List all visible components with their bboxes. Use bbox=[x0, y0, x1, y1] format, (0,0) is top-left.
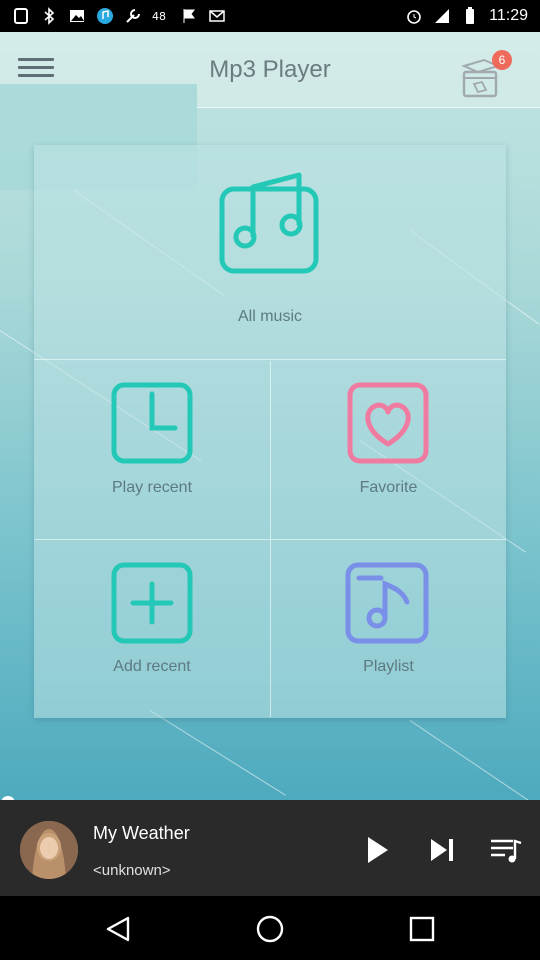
sim-icon bbox=[14, 8, 28, 24]
clock-icon bbox=[111, 382, 193, 464]
alarm-icon bbox=[407, 10, 421, 24]
music-note-icon bbox=[219, 172, 319, 274]
status-right-icons: 11:29 bbox=[405, 7, 528, 25]
favorite-label: Favorite bbox=[359, 479, 418, 496]
add-recent-label: Add recent bbox=[113, 658, 191, 675]
signal-icon bbox=[435, 9, 450, 23]
48g-icon: 48 bbox=[152, 10, 166, 23]
play-recent-tile[interactable]: Play recent bbox=[34, 361, 270, 539]
notification-badge: 6 bbox=[492, 50, 512, 70]
flag-icon bbox=[183, 9, 195, 23]
home-icon[interactable] bbox=[253, 912, 287, 946]
favorite-tile[interactable]: Favorite bbox=[270, 361, 506, 539]
status-bar: 48 11:29 bbox=[0, 0, 540, 32]
add-recent-tile[interactable]: Add recent bbox=[34, 539, 270, 717]
status-left-icons: 48 bbox=[12, 7, 226, 25]
music-icon bbox=[97, 8, 113, 24]
play-recent-label: Play recent bbox=[111, 479, 193, 496]
album-art[interactable] bbox=[20, 821, 78, 879]
skip-next-icon[interactable] bbox=[425, 833, 459, 867]
play-icon[interactable] bbox=[360, 833, 394, 867]
album-art-image bbox=[20, 821, 78, 879]
recents-icon[interactable] bbox=[405, 912, 439, 946]
all-music-tile[interactable]: All music bbox=[34, 145, 506, 360]
status-time: 11:29 bbox=[489, 7, 528, 24]
menu-card: All music Play recent Favorite Add recen… bbox=[34, 145, 506, 718]
svg-text:48: 48 bbox=[152, 10, 166, 23]
system-nav-bar bbox=[0, 896, 540, 960]
wrench-icon bbox=[126, 9, 140, 23]
add-icon bbox=[111, 562, 193, 644]
image-icon bbox=[70, 10, 84, 22]
now-playing-bar[interactable] bbox=[0, 800, 540, 896]
back-icon[interactable] bbox=[102, 912, 136, 946]
song-title: My Weather bbox=[93, 823, 190, 843]
playlist-label: Playlist bbox=[363, 658, 414, 675]
all-music-label: All music bbox=[237, 308, 302, 325]
heart-icon bbox=[347, 382, 429, 464]
bluetooth-icon bbox=[44, 7, 55, 25]
playlist-icon bbox=[345, 562, 429, 644]
song-artist: <unknown> bbox=[93, 862, 171, 879]
battery-icon bbox=[466, 7, 475, 24]
playlist-tile[interactable]: Playlist bbox=[270, 539, 506, 717]
mail-icon bbox=[209, 10, 225, 22]
queue-music-icon[interactable] bbox=[489, 833, 523, 867]
